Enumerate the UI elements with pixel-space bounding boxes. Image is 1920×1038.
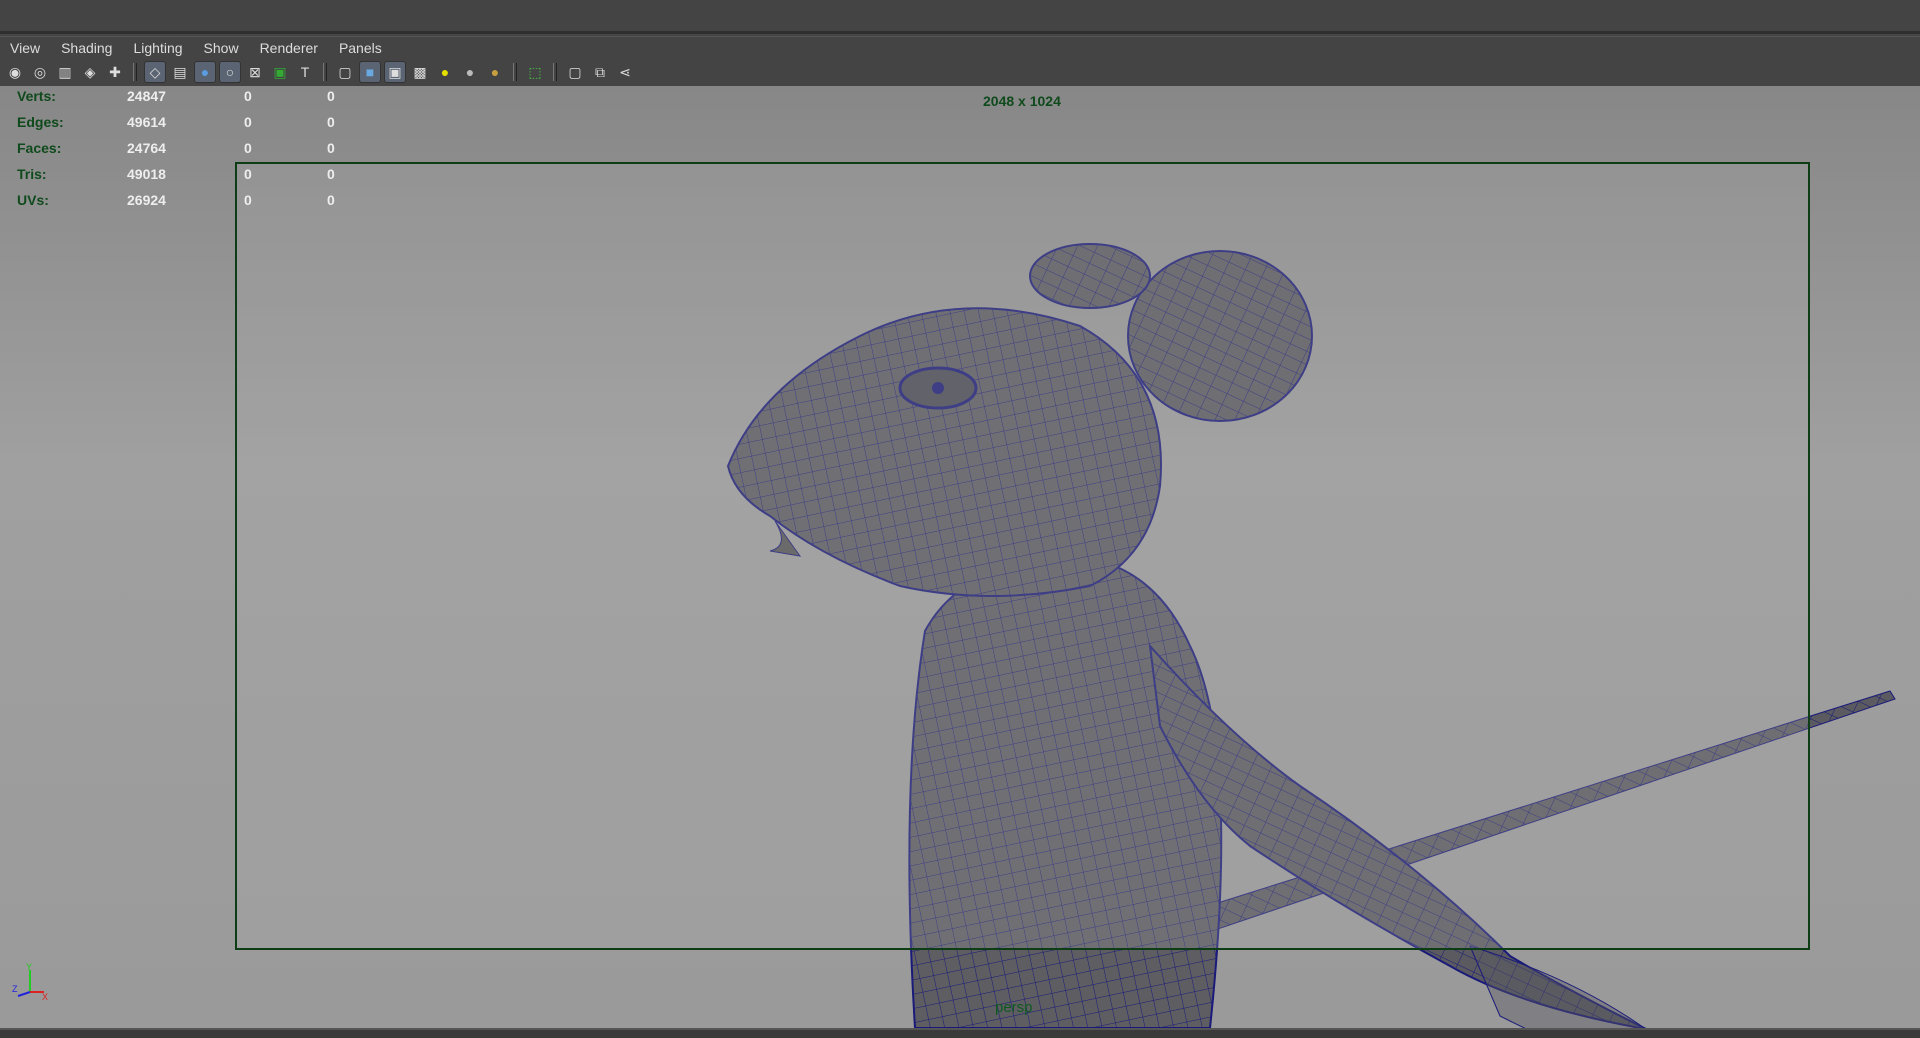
resolution-gate [235,162,1810,950]
menu-show[interactable]: Show [198,37,245,58]
camera-select-icon[interactable]: ◉ [4,61,26,83]
hud-selected-count: 0 [244,166,252,182]
xray-joints-icon[interactable]: ⧉ [589,61,611,83]
menu-renderer[interactable]: Renderer [254,37,324,58]
hud-value: 26924 [127,192,166,208]
hud-selected-count: 0 [244,140,252,156]
wireframe-icon[interactable]: ▢ [334,61,356,83]
axis-z-label: Z [12,984,18,994]
hud-value: 49614 [127,114,166,130]
safe-title-icon[interactable]: T [294,61,316,83]
hud-uv-count: 0 [327,192,335,208]
menu-shading[interactable]: Shading [55,37,118,58]
hud-uv-count: 0 [327,140,335,156]
menu-view[interactable]: View [4,37,46,58]
time-slider[interactable] [0,1028,1920,1038]
toolbar-separator [513,63,517,81]
wireframe-on-shaded-icon[interactable]: ▣ [384,61,406,83]
hud-value: 49018 [127,166,166,182]
view-axis-icon: Y Z X [12,962,48,1002]
hud-uv-count: 0 [327,114,335,130]
hud-label: Faces: [17,140,62,156]
use-all-lights-icon[interactable]: ● [434,61,456,83]
smooth-shade-icon[interactable]: ■ [359,61,381,83]
menu-panels[interactable]: Panels [333,37,388,58]
menu-lighting[interactable]: Lighting [127,37,188,58]
hud-label: Tris: [17,166,47,182]
title-bar [0,0,1920,34]
gate-mask-icon[interactable]: ○ [219,61,241,83]
perspective-viewport[interactable]: 2048 x 1024 Verts: 24847 0 0 Edges: 49614 0 0 Fa… [0,86,1920,1028]
field-chart-icon[interactable]: ⊠ [244,61,266,83]
axis-x-label: X [42,992,48,1002]
camera-pan-zoom-icon[interactable]: ✚ [104,61,126,83]
toolbar-separator [553,63,557,81]
safe-action-icon[interactable]: ▣ [269,61,291,83]
resolution-gate-icon[interactable]: ● [194,61,216,83]
textured-icon[interactable]: ▩ [409,61,431,83]
hud-selected-count: 0 [244,192,252,208]
panel-menu-bar: View Shading Lighting Show Renderer Pane… [0,36,1920,58]
image-plane-icon[interactable]: ◈ [79,61,101,83]
hud-label: Edges: [17,114,64,130]
hud-label: Verts: [17,88,56,104]
camera-attributes-icon[interactable]: ◎ [29,61,51,83]
hud-value: 24764 [127,140,166,156]
camera-name-label: persp [995,999,1033,1016]
ambient-occlusion-icon[interactable]: ● [484,61,506,83]
toolbar-separator [133,63,137,81]
film-gate-icon[interactable]: ▤ [169,61,191,83]
hud-label: UVs: [17,192,49,208]
panel-toolbar: ◉ ◎ ▥ ◈ ✚ ◇ ▤ ● ○ ⊠ ▣ T ▢ ■ ▣ ▩ ● ● ● ⬚ ▢ ⧉ ⋖ [0,58,1920,86]
hud-selected-count: 0 [244,114,252,130]
hud-value: 24847 [127,88,166,104]
xray-active-icon[interactable]: ⋖ [614,61,636,83]
resolution-label: 2048 x 1024 [983,93,1061,109]
grid-icon[interactable]: ◇ [144,61,166,83]
axis-y-label: Y [26,962,32,972]
toolbar-separator [323,63,327,81]
xray-icon[interactable]: ▢ [564,61,586,83]
hud-uv-count: 0 [327,166,335,182]
hud-uv-count: 0 [327,88,335,104]
isolate-select-icon[interactable]: ⬚ [524,61,546,83]
hud-selected-count: 0 [244,88,252,104]
bookmark-icon[interactable]: ▥ [54,61,76,83]
shadows-icon[interactable]: ● [459,61,481,83]
